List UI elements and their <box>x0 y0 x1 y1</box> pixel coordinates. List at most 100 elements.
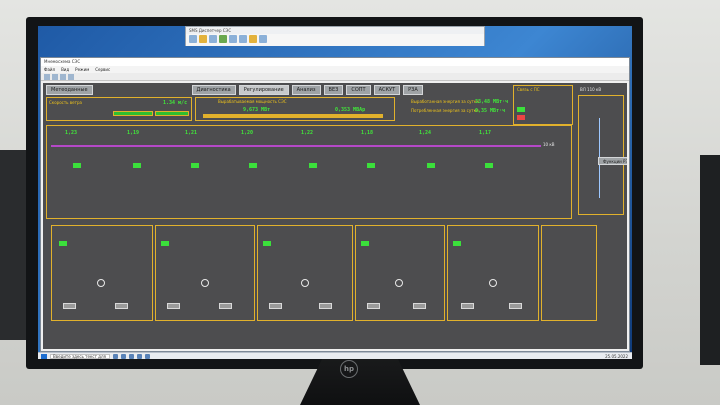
alarm-panel-title: Связь с ПС <box>517 87 540 92</box>
tab-rza[interactable]: РЗА <box>403 85 423 95</box>
substation-panel-6 <box>541 225 597 321</box>
taskbar-search-input[interactable]: Введите здесь текст для поиска <box>50 353 110 359</box>
transformer-symbol <box>395 279 403 287</box>
background-window[interactable]: SMS Диспетчер СЭС <box>185 26 485 46</box>
scada-window[interactable]: Мнемосхема СЭС Файл Вид Режим Сервис Мет… <box>40 57 630 352</box>
wind-speed-value: 1.34 м/с <box>163 100 188 106</box>
tab-meteo[interactable]: Метеоданные <box>46 85 93 95</box>
inverter-cabinet[interactable] <box>63 303 76 309</box>
tab-askut[interactable]: АСКУТ <box>373 85 401 95</box>
transformer-symbol <box>201 279 209 287</box>
inverter-cabinet[interactable] <box>461 303 474 309</box>
inverter-cabinet[interactable] <box>509 303 522 309</box>
inverter-cabinet[interactable] <box>167 303 180 309</box>
breaker-on-indicator <box>427 163 435 168</box>
inverter-power-value: 1,22 <box>301 130 314 136</box>
scada-mnemonic-panel: Метеоданные Диагностика Регулирование Ан… <box>43 83 627 349</box>
substation-breaker-indicator <box>361 241 369 246</box>
inverter-scheme-panel <box>46 125 572 219</box>
breaker-on-indicator <box>249 163 257 168</box>
toolbar-icon[interactable] <box>44 74 50 80</box>
taskbar-app-icon[interactable] <box>137 353 142 359</box>
scada-toolbar <box>41 73 629 81</box>
taskbar-clock[interactable]: 25.05.2022 <box>605 354 628 359</box>
toolbar-icon[interactable] <box>68 74 74 80</box>
inverter-power-value: 1,23 <box>65 130 78 136</box>
substation-breaker-indicator <box>59 241 67 246</box>
inverter-cabinet[interactable] <box>115 303 128 309</box>
inverter-cabinet[interactable] <box>269 303 282 309</box>
taskbar-app-icon[interactable] <box>129 353 134 359</box>
tab-sopt[interactable]: СОПТ <box>346 85 371 95</box>
energy-generated-label: Выработанная энергия за сутки <box>411 99 479 104</box>
rza-function-button[interactable]: Функции РЗА <box>598 157 627 165</box>
toolbar-icon[interactable] <box>52 74 58 80</box>
inverter-power-value: 1,19 <box>127 130 140 136</box>
inverter-power-value: 1,24 <box>419 130 432 136</box>
inverter-power-value: 1,17 <box>479 130 492 136</box>
menu-item[interactable]: Файл <box>44 67 55 72</box>
inverter-cabinet[interactable] <box>413 303 426 309</box>
power-bar <box>203 114 383 118</box>
toolbar-icon[interactable] <box>189 35 197 43</box>
energy-consumed-label: Потребленная энергия за сутки <box>411 108 479 113</box>
breaker-on-indicator <box>133 163 141 168</box>
breaker-on-indicator <box>191 163 199 168</box>
active-power-value: 9,673 МВт <box>243 107 271 113</box>
screen: SMS Диспетчер СЭС Мнемосхема СЭС Файл Ви… <box>38 26 632 359</box>
scada-tab-bar: Метеоданные Диагностика Регулирование Ан… <box>46 85 423 95</box>
transformer-symbol <box>97 279 105 287</box>
breaker-on-indicator <box>485 163 493 168</box>
substation-breaker-indicator <box>161 241 169 246</box>
windows-start-icon[interactable] <box>41 353 47 359</box>
toolbar-icon[interactable] <box>259 35 267 43</box>
tab-diagnostics[interactable]: Диагностика <box>191 85 236 95</box>
meteo-status-indicator <box>113 111 153 116</box>
menu-item[interactable]: Сервис <box>95 67 110 72</box>
taskbar-app-icon[interactable] <box>145 353 150 359</box>
tab-analysis[interactable]: Анализ <box>291 85 321 95</box>
inverter-power-value: 1,18 <box>361 130 374 136</box>
inverter-power-value: 1,21 <box>185 130 198 136</box>
scada-menu-bar: Файл Вид Режим Сервис <box>41 66 629 73</box>
toolbar-icon[interactable] <box>229 35 237 43</box>
substation-breaker-indicator <box>263 241 271 246</box>
hp-logo: hp <box>340 360 358 378</box>
toolbar-icon[interactable] <box>60 74 66 80</box>
taskbar-app-icon[interactable] <box>121 353 126 359</box>
inverter-cabinet[interactable] <box>319 303 332 309</box>
busbar-label: 10 кВ <box>543 142 555 147</box>
inverter-cabinet[interactable] <box>367 303 380 309</box>
meteo-status-indicator <box>155 111 189 116</box>
tab-regulation[interactable]: Регулирование <box>238 85 289 95</box>
breaker-on-indicator <box>309 163 317 168</box>
wind-speed-label: Скорость ветра <box>49 100 82 105</box>
transformer-symbol <box>301 279 309 287</box>
inverter-power-value: 1,20 <box>241 130 254 136</box>
scada-window-title: Мнемосхема СЭС <box>41 58 629 66</box>
toolbar-icon[interactable] <box>249 35 257 43</box>
toolbar-icon[interactable] <box>209 35 217 43</box>
folder-icon[interactable] <box>199 35 207 43</box>
background-window-title: SMS Диспетчер СЭС <box>189 28 232 33</box>
breaker-on-indicator <box>73 163 81 168</box>
substation-breaker-indicator <box>453 241 461 246</box>
breaker-on-indicator <box>367 163 375 168</box>
alarm-indicator <box>517 107 525 112</box>
inverter-cabinet[interactable] <box>219 303 232 309</box>
toolbar-icon[interactable] <box>239 35 247 43</box>
busbar-line <box>51 145 541 147</box>
connection-title: ВЛ 110 кВ <box>580 87 602 92</box>
tab-vez[interactable]: ВЕЗ <box>323 85 344 95</box>
alarm-indicator <box>517 115 525 120</box>
menu-item[interactable]: Вид <box>61 67 69 72</box>
check-icon[interactable] <box>219 35 227 43</box>
windows-taskbar: Введите здесь текст для поиска 25.05.202… <box>38 352 632 359</box>
menu-item[interactable]: Режим <box>75 67 89 72</box>
taskbar-app-icon[interactable] <box>113 353 118 359</box>
reactive-power-value: 0,353 МВАр <box>335 107 366 113</box>
right-monitor-edge <box>700 155 720 365</box>
energy-generated-value: 33,48 МВт·ч <box>475 99 509 105</box>
generated-power-title: Вырабатываемая мощность СЭС <box>218 99 287 104</box>
background-window-toolbar <box>186 34 484 46</box>
